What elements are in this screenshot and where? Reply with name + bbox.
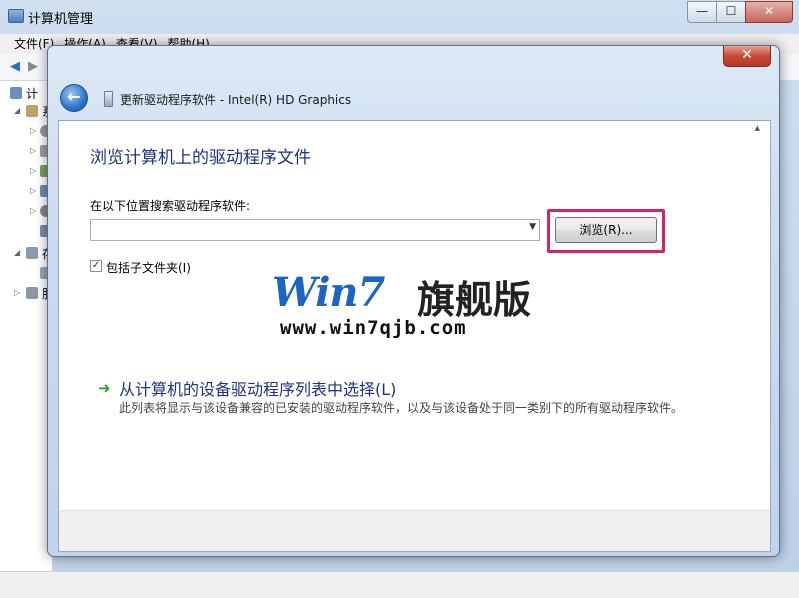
search-location-label: 在以下位置搜索驱动程序软件: — [90, 199, 251, 213]
close-button[interactable]: ✕ — [745, 1, 793, 23]
back-arrow-icon[interactable]: ◀ — [10, 59, 20, 74]
maximize-button[interactable]: ☐ — [716, 1, 745, 23]
dialog-close-button[interactable]: ✕ — [723, 46, 771, 67]
computer-icon — [10, 87, 22, 99]
window-title: 计算机管理 — [28, 12, 94, 27]
update-driver-dialog: ✕ ← 更新驱动程序软件 - Intel(R) HD Graphics ▲ 浏览… — [47, 45, 780, 557]
collapse-triangle-icon[interactable]: ◢ — [14, 106, 20, 115]
expand-triangle-icon[interactable]: ▷ — [30, 186, 36, 195]
status-bar — [0, 571, 799, 598]
navigation-tree: 计 ◢ 系 ▷ ▷ ▷ ▷ ▷ ◢ — [0, 81, 53, 571]
storage-icon — [26, 247, 38, 259]
include-subfolders-label[interactable]: 包括子文件夹(I) — [106, 259, 191, 276]
page-heading: 浏览计算机上的驱动程序文件 — [90, 148, 311, 168]
dialog-title: 更新驱动程序软件 - Intel(R) HD Graphics — [120, 93, 352, 107]
expand-triangle-icon[interactable]: ▷ — [30, 126, 36, 135]
back-button[interactable]: ← — [60, 84, 88, 112]
watermark-logo-chinese: 旗舰版 — [417, 278, 532, 322]
pick-from-list-description: 此列表将显示与该设备兼容的已安装的驱动程序软件，以及与该设备处于同一类别下的所有… — [119, 401, 684, 415]
green-arrow-icon: ➜ — [98, 379, 111, 397]
include-subfolders-checkbox[interactable]: ✓ — [90, 260, 102, 272]
dialog-content: ▲ 浏览计算机上的驱动程序文件 在以下位置搜索驱动程序软件: ▼ 浏览(R)..… — [58, 120, 771, 512]
dropdown-arrow-icon[interactable]: ▼ — [529, 222, 536, 232]
expand-triangle-icon[interactable]: ▷ — [14, 288, 20, 297]
browse-button[interactable]: 浏览(R)... — [555, 217, 657, 243]
expand-triangle-icon[interactable]: ▷ — [30, 206, 36, 215]
dialog-footer — [58, 510, 771, 552]
forward-arrow-icon[interactable]: ▶ — [28, 59, 38, 74]
scroll-up-icon[interactable]: ▲ — [755, 124, 760, 132]
display-adapter-icon — [104, 91, 113, 107]
expand-triangle-icon[interactable]: ▷ — [30, 146, 36, 155]
computer-management-icon — [8, 9, 24, 23]
pick-from-list-link[interactable]: 从计算机的设备驱动程序列表中选择(L) — [119, 376, 396, 400]
window-controls: — ☐ ✕ — [687, 1, 793, 23]
tools-icon — [26, 105, 38, 117]
minimize-button[interactable]: — — [687, 1, 716, 23]
watermark-logo: Win7 — [272, 269, 385, 316]
services-icon — [26, 287, 38, 299]
watermark-url: www.win7qjb.com — [280, 317, 467, 339]
driver-path-combobox[interactable]: ▼ — [90, 219, 540, 241]
collapse-triangle-icon[interactable]: ◢ — [14, 248, 20, 257]
title-bar: 计算机管理 — ☐ ✕ — [0, 0, 799, 34]
expand-triangle-icon[interactable]: ▷ — [30, 166, 36, 175]
